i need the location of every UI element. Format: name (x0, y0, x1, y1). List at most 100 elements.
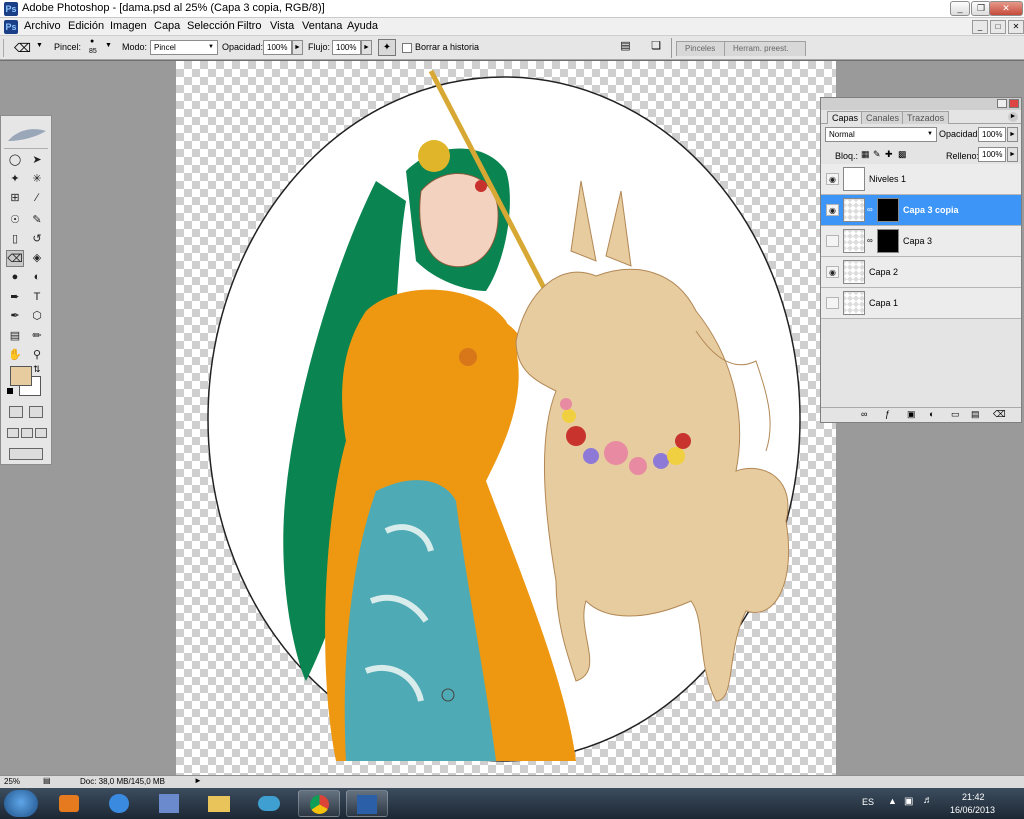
menu-ventana[interactable]: Ventana (302, 20, 342, 32)
visibility-eye-icon[interactable]: ◉ (826, 297, 839, 309)
palette-menu-icon[interactable]: ▤ (618, 39, 633, 55)
lock-pixels-icon[interactable]: ✎ (873, 149, 881, 160)
brush-tip-icon[interactable]: ● (90, 38, 94, 45)
magic-wand-tool-icon[interactable]: ✳ (28, 171, 46, 188)
zoom-tool-icon[interactable]: ⚲ (28, 347, 46, 364)
layer-row-capa-3[interactable]: ◉ ∞ Capa 3 (821, 226, 1021, 257)
layers-panel-titlebar[interactable] (821, 98, 1021, 110)
menu-seleccion[interactable]: Selección (187, 20, 235, 32)
palette-well-brushes[interactable]: Pinceles (676, 41, 726, 56)
maximize-button[interactable]: ❐ (971, 1, 991, 16)
type-tool-icon[interactable]: T (28, 289, 46, 306)
menu-filtro[interactable]: Filtro (237, 20, 261, 32)
internet-explorer-icon[interactable] (98, 790, 140, 817)
notes-tool-icon[interactable]: ▤ (6, 328, 24, 345)
tab-capas[interactable]: Capas (827, 111, 864, 124)
menu-edicion[interactable]: Edición (68, 20, 104, 32)
brush-tool-icon[interactable]: ✎ (28, 212, 46, 229)
panel-close-icon[interactable] (1009, 99, 1019, 108)
new-group-icon[interactable]: ▭ (951, 409, 960, 420)
document-icon[interactable]: Ps (4, 20, 18, 34)
clock-time[interactable]: 21:42 (962, 792, 985, 802)
menu-archivo[interactable]: Archivo (24, 20, 61, 32)
opacity-input[interactable]: 100% (263, 40, 292, 55)
screen-mode-standard-icon[interactable] (7, 428, 19, 438)
delete-layer-icon[interactable]: ⌫ (993, 409, 1006, 420)
palette-well-tool-presets[interactable]: Herram. preest. (724, 41, 806, 56)
visibility-eye-icon[interactable]: ◉ (826, 266, 839, 278)
marquee-tool-icon[interactable]: ◯ (6, 152, 24, 169)
lock-position-icon[interactable]: ✚ (885, 149, 893, 160)
swap-colors-icon[interactable]: ⇅ (33, 364, 41, 375)
volume-icon[interactable]: ♬ (923, 795, 933, 806)
airbrush-icon[interactable]: ✦ (378, 39, 396, 56)
tray-arrow-icon[interactable]: ▲ (888, 796, 897, 806)
visibility-eye-icon[interactable]: ◉ (826, 204, 839, 216)
healing-brush-tool-icon[interactable]: ☉ (6, 212, 24, 229)
paint-bucket-tool-icon[interactable]: ◈ (28, 250, 46, 267)
tool-preset-dropdown-icon[interactable]: ▼ (36, 42, 43, 49)
mode-select[interactable]: Pincel ▼ (150, 40, 218, 55)
quick-mask-mode-icon[interactable] (29, 406, 43, 418)
slice-tool-icon[interactable]: ∕ (28, 190, 46, 207)
doc-restore-button[interactable]: □ (990, 20, 1006, 34)
foreground-color-swatch[interactable] (10, 366, 32, 386)
menu-vista[interactable]: Vista (270, 20, 294, 32)
blend-mode-select[interactable]: Normal ▼ (825, 127, 937, 142)
status-menu-arrow-icon[interactable]: ► (194, 776, 202, 785)
erase-history-checkbox[interactable] (402, 43, 412, 53)
zoom-level[interactable]: 25% (4, 777, 20, 786)
fill-input[interactable]: 100% (978, 147, 1006, 162)
move-tool-icon[interactable]: ➤ (28, 152, 46, 169)
hand-tool-icon[interactable]: ✋ (6, 347, 24, 364)
blur-tool-icon[interactable]: ● (6, 269, 24, 286)
lock-all-icon[interactable]: ▩ (898, 149, 907, 160)
adobe-feather-icon[interactable] (4, 119, 48, 149)
menu-imagen[interactable]: Imagen (110, 20, 147, 32)
clock-date[interactable]: 16/06/2013 (950, 805, 995, 815)
close-button[interactable]: ✕ (989, 1, 1023, 16)
lock-transparency-icon[interactable]: ▦ (861, 149, 870, 160)
history-brush-tool-icon[interactable]: ↺ (28, 231, 46, 248)
brush-picker-chevron-icon[interactable]: ▼ (105, 42, 112, 49)
link-layers-icon[interactable]: ∞ (861, 409, 867, 419)
new-layer-icon[interactable]: ▤ (971, 409, 980, 420)
layer-style-icon[interactable]: ƒ (885, 409, 890, 419)
layer-mask-thumbnail[interactable] (877, 198, 899, 222)
document-canvas[interactable] (176, 61, 836, 775)
visibility-eye-icon[interactable]: ◉ (826, 235, 839, 247)
photoshop-taskbar-icon[interactable] (346, 790, 388, 817)
eraser-tool-icon[interactable]: ⌫ (6, 250, 24, 267)
layer-opacity-slider-button[interactable]: ► (1007, 127, 1018, 142)
tab-canales[interactable]: Canales (861, 111, 905, 124)
layer-opacity-input[interactable]: 100% (978, 127, 1006, 142)
dodge-tool-icon[interactable]: ◐ (28, 269, 46, 286)
path-selection-tool-icon[interactable]: ➨ (6, 289, 24, 306)
visibility-eye-icon[interactable]: ◉ (826, 173, 839, 185)
lasso-tool-icon[interactable]: ✦ (6, 171, 24, 188)
fill-slider-button[interactable]: ► (1007, 147, 1018, 162)
layer-mask-thumbnail[interactable] (877, 229, 899, 253)
tab-trazados[interactable]: Trazados (902, 111, 950, 124)
add-mask-icon[interactable]: ▣ (907, 409, 916, 420)
screen-mode-full-menu-icon[interactable] (21, 428, 33, 438)
file-explorer-icon[interactable] (198, 790, 240, 817)
layer-row-niveles-1[interactable]: ◉ Niveles 1 (821, 164, 1021, 195)
start-button-icon[interactable] (4, 790, 38, 817)
pinned-app-icon[interactable] (148, 790, 190, 817)
layer-row-capa-2[interactable]: ◉ Capa 2 (821, 257, 1021, 288)
network-icon[interactable]: ▣ (904, 796, 913, 807)
adjustment-layer-icon[interactable]: ◐ (929, 409, 934, 419)
minimize-button[interactable]: _ (950, 1, 970, 16)
doc-close-button[interactable]: ✕ (1008, 20, 1024, 34)
default-colors-icon[interactable] (7, 388, 13, 394)
standard-mode-icon[interactable] (9, 406, 23, 418)
doc-minimize-button[interactable]: _ (972, 20, 988, 34)
layer-row-capa-3-copia[interactable]: ◉ ∞ Capa 3 copia (821, 195, 1021, 226)
shape-tool-icon[interactable]: ⬡ (28, 308, 46, 325)
flow-slider-button[interactable]: ► (361, 40, 372, 55)
layer-row-capa-1[interactable]: ◉ Capa 1 (821, 288, 1021, 319)
flow-input[interactable]: 100% (332, 40, 361, 55)
status-info-icon[interactable]: ▤ (43, 776, 51, 785)
media-player-icon[interactable] (48, 790, 90, 817)
